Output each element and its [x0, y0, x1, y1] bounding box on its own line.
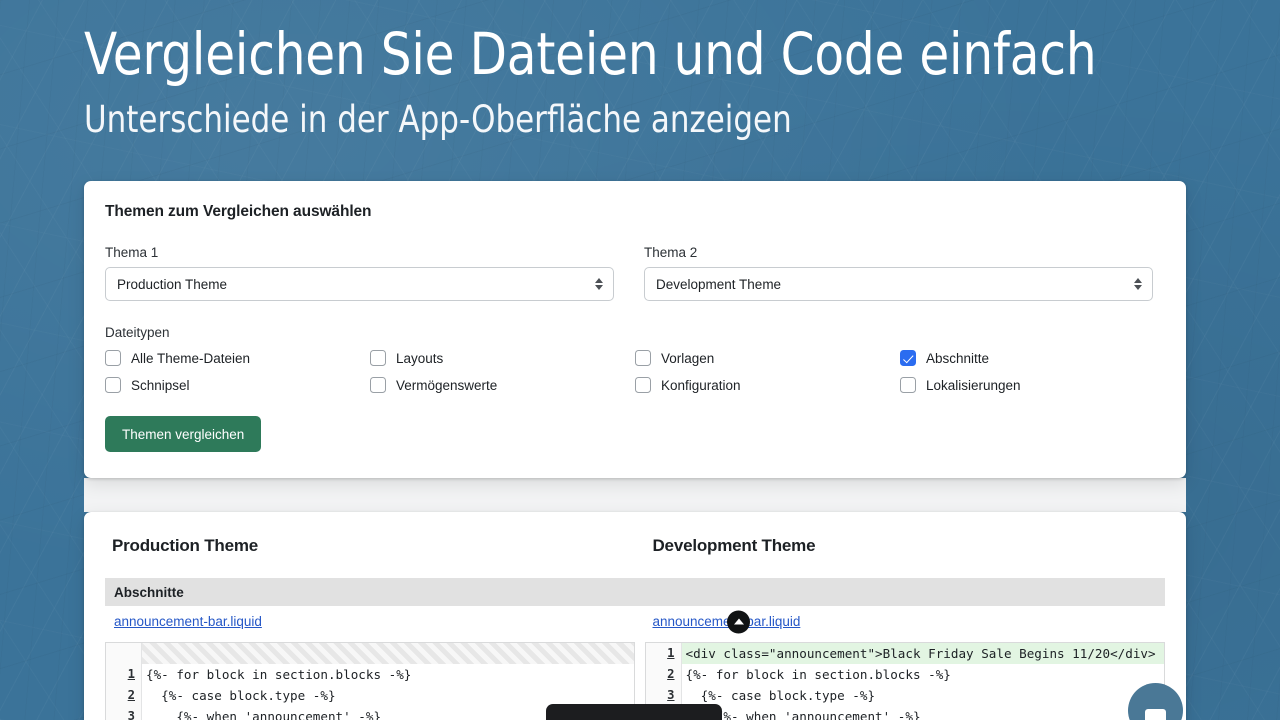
checkbox-icon[interactable] — [635, 350, 651, 366]
filetype-checkbox-item[interactable]: Schnipsel — [105, 377, 370, 393]
left-theme-heading: Production Theme — [112, 536, 259, 555]
toast-notification — [546, 704, 722, 720]
filetype-label: Vorlagen — [661, 350, 715, 366]
code-text: {%- for block in section.blocks -%} — [146, 667, 412, 682]
filetype-label: Abschnitte — [926, 350, 990, 366]
filetype-label: Lokalisierungen — [926, 377, 1021, 393]
code-line: 1 {%- for block in section.blocks -%} — [106, 664, 634, 685]
filetype-checkbox-item[interactable]: Vorlagen — [635, 350, 900, 366]
line-number[interactable]: 3 — [106, 706, 142, 720]
line-number[interactable]: 3 — [645, 685, 682, 706]
checkbox-icon[interactable] — [370, 377, 386, 393]
filetype-checkbox-item[interactable]: Abschnitte — [900, 350, 1165, 366]
filetype-label: Konfiguration — [661, 377, 741, 393]
code-line: 1 <div class="announcement">Black Friday … — [645, 643, 1164, 664]
theme2-select[interactable]: Development Theme — [644, 267, 1153, 301]
card-gap-strip — [84, 478, 1186, 512]
filetypes-label: Dateitypen — [105, 325, 170, 340]
filetype-checkbox-item[interactable]: Lokalisierungen — [900, 377, 1165, 393]
results-headings: Production Theme Development Theme — [105, 536, 1165, 566]
code-line: 2 {%- for block in section.blocks -%} — [645, 664, 1165, 685]
line-number[interactable]: 2 — [106, 685, 142, 706]
code-text: {%- case block.type -%} — [146, 688, 336, 703]
code-text: {%- case block.type -%} — [685, 688, 876, 703]
checkbox-icon[interactable] — [105, 350, 121, 366]
code-line: 4 {%- when 'announcement' -%} — [645, 706, 1165, 720]
checkbox-icon[interactable] — [370, 350, 386, 366]
chat-glyph — [1145, 708, 1166, 720]
updown-arrows-icon — [1134, 278, 1142, 290]
form-title: Themen zum Vergleichen auswählen — [105, 203, 372, 220]
filetype-checkbox-item[interactable]: Vermögenswerte — [370, 377, 635, 393]
filetype-label: Layouts — [396, 350, 444, 366]
line-number — [106, 643, 142, 664]
code-line — [106, 643, 634, 664]
right-theme-heading: Development Theme — [652, 536, 816, 555]
hero-header: Vergleichen Sie Dateien und Code einfach… — [84, 22, 1194, 142]
checkbox-checked-icon[interactable] — [900, 350, 916, 366]
code-line: 2 {%- case block.type -%} — [106, 685, 634, 706]
compare-themes-button[interactable]: Themen vergleichen — [105, 416, 262, 452]
updown-arrows-icon — [595, 278, 603, 290]
line-number[interactable]: 1 — [106, 664, 142, 685]
code-text: <div class="announcement">Black Friday S… — [685, 646, 1156, 661]
section-group-header: Abschnitte — [105, 578, 1165, 606]
line-number[interactable]: 2 — [645, 664, 682, 685]
theme1-group: Thema 1 Production Theme — [105, 245, 614, 301]
line-number[interactable]: 1 — [645, 643, 682, 664]
page-subtitle: Unterschiede in der App-Oberfläche anzei… — [84, 97, 792, 141]
left-file-link[interactable]: announcement-bar.liquid — [105, 614, 646, 629]
right-file-link[interactable]: announcement-bar.liquid — [646, 614, 1165, 629]
checkbox-icon[interactable] — [105, 377, 121, 393]
theme2-selected-value: Development Theme — [656, 276, 782, 292]
theme1-select[interactable]: Production Theme — [105, 267, 614, 301]
theme2-label: Thema 2 — [644, 245, 698, 260]
theme-selection-card: Themen zum Vergleichen auswählen Thema 1… — [84, 181, 1186, 478]
theme2-group: Thema 2 Development Theme — [644, 245, 1153, 301]
code-line: 3 {%- case block.type -%} — [645, 685, 1165, 706]
code-text — [142, 643, 634, 664]
theme-selects-row: Thema 1 Production Theme Thema 2 Develop… — [105, 245, 1165, 301]
chevron-up-icon[interactable] — [727, 610, 750, 633]
filetype-checkbox-item[interactable]: Layouts — [370, 350, 635, 366]
filetypes-checkbox-grid: Alle Theme-Dateien Layouts Vorlagen Abschni… — [105, 350, 1165, 393]
checkbox-icon[interactable] — [635, 377, 651, 393]
filetype-checkbox-item[interactable]: Konfiguration — [635, 377, 900, 393]
diff-pane-right[interactable]: 1 <div class="announcement">Black Friday … — [644, 642, 1165, 720]
code-text: {%- when 'announcement' -%} — [685, 709, 921, 720]
file-row: announcement-bar.liquid announcement-bar… — [105, 607, 1165, 636]
theme1-selected-value: Production Theme — [117, 276, 228, 292]
filetype-label: Schnipsel — [131, 377, 190, 393]
filetype-checkbox-item[interactable]: Alle Theme-Dateien — [105, 350, 370, 366]
theme1-label: Thema 1 — [105, 245, 159, 260]
filetype-label: Alle Theme-Dateien — [131, 350, 251, 366]
comparison-results-card: Production Theme Development Theme Absch… — [84, 512, 1186, 720]
checkbox-icon[interactable] — [900, 377, 916, 393]
code-text: {%- for block in section.blocks -%} — [685, 667, 951, 682]
filetype-label: Vermögenswerte — [396, 377, 498, 393]
page-title: Vergleichen Sie Dateien und Code einfach — [84, 20, 1097, 88]
